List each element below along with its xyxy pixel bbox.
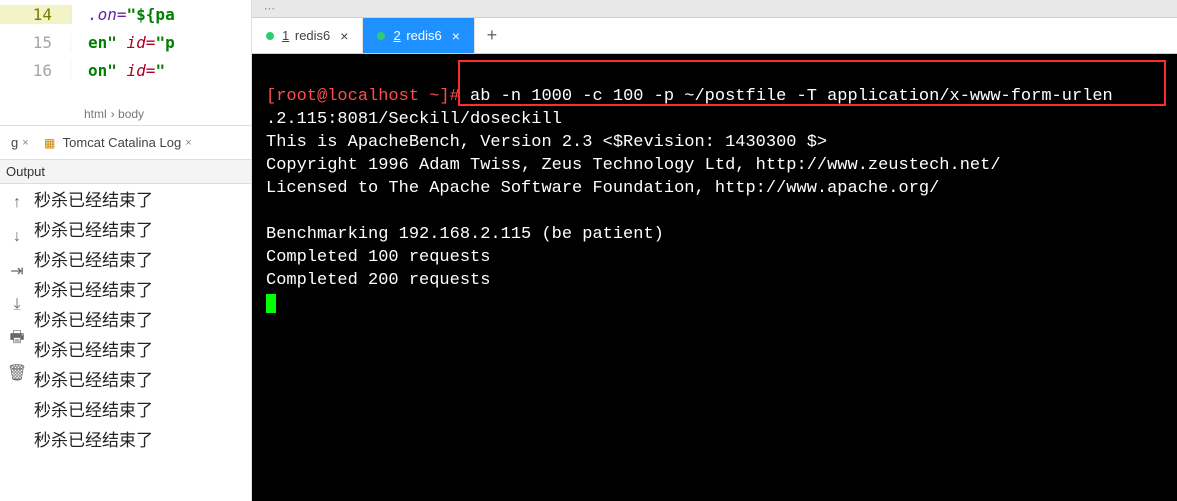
output-body: ↑ ↓ ⇥ ⤓ 🖶 🗑 秒杀已经结束了 秒杀已经结束了 秒杀已经结束了 秒杀已经… [0, 184, 251, 499]
tomcat-icon: ▦ [43, 136, 57, 150]
soft-wrap-icon[interactable]: ⇥ [8, 262, 26, 280]
terminal-cmd: ab -n 1000 -c 100 -p ~/postfile -T appli… [470, 87, 1113, 106]
tool-strip: ↑ ↓ ⇥ ⤓ 🖶 🗑 [0, 184, 34, 499]
scroll-to-end-icon[interactable]: ⤓ [8, 296, 26, 314]
terminal-line: This is ApacheBench, Version 2.3 <$Revis… [266, 133, 827, 152]
close-icon[interactable]: × [452, 29, 460, 43]
tab-g[interactable]: g× [6, 134, 34, 151]
output-line: 秒杀已经结束了 [34, 216, 251, 246]
close-icon[interactable]: × [22, 137, 28, 149]
output-line: 秒杀已经结束了 [34, 186, 251, 216]
output-line: 秒杀已经结束了 [34, 246, 251, 276]
terminal-cursor [266, 294, 276, 313]
status-dot-icon [266, 32, 274, 40]
close-icon[interactable]: × [185, 137, 191, 149]
code-line-16[interactable]: 16 on" id=" [0, 56, 251, 84]
terminal-tab-2[interactable]: 2 redis6 × [363, 18, 474, 53]
breadcrumb-item[interactable]: html [84, 107, 107, 121]
terminal-line: Completed 200 requests [266, 271, 490, 290]
left-pane: 14 .on="${pa 15 en" id="p 16 on" id=" ht… [0, 0, 252, 501]
terminal-line: Benchmarking 192.168.2.115 (be patient) [266, 225, 664, 244]
breadcrumb-item[interactable]: body [118, 107, 144, 121]
output-line: 秒杀已经结束了 [34, 366, 251, 396]
output-line: 秒杀已经结束了 [34, 306, 251, 336]
code-line-14[interactable]: 14 .on="${pa [0, 0, 251, 28]
code-content-15: en" id="p [88, 33, 175, 52]
code-content-16: on" id=" [88, 61, 165, 80]
output-line: 秒杀已经结束了 [34, 336, 251, 366]
code-line-15[interactable]: 15 en" id="p [0, 28, 251, 56]
trash-icon[interactable]: 🗑 [8, 364, 26, 382]
gutter-16: 16 [0, 61, 72, 80]
output-line: 秒杀已经结束了 [34, 276, 251, 306]
code-content-14: .on="${pa [88, 5, 175, 24]
arrow-up-icon[interactable]: ↑ [8, 194, 26, 212]
output-lines[interactable]: 秒杀已经结束了 秒杀已经结束了 秒杀已经结束了 秒杀已经结束了 秒杀已经结束了 … [34, 184, 251, 499]
right-pane: ⋯ 1 redis6 × 2 redis6 × + [root@localhos… [252, 0, 1177, 501]
output-line: 秒杀已经结束了 [34, 396, 251, 426]
terminal-line: Completed 100 requests [266, 248, 490, 267]
terminal-line: Copyright 1996 Adam Twiss, Zeus Technolo… [266, 156, 1001, 175]
status-dot-icon [377, 32, 385, 40]
breadcrumb[interactable]: html› body [78, 103, 154, 125]
tab-tomcat-catalina-log[interactable]: ▦ Tomcat Catalina Log × [38, 134, 197, 151]
terminal-line: Licensed to The Apache Software Foundati… [266, 179, 939, 198]
gutter-15: 15 [0, 33, 72, 52]
code-editor[interactable]: 14 .on="${pa 15 en" id="p 16 on" id=" ht… [0, 0, 251, 126]
print-icon[interactable]: 🖶 [8, 330, 26, 348]
terminal-cmd-cont: .2.115:8081/Seckill/doseckill [266, 110, 562, 129]
terminal-prompt: [root@localhost ~]# [266, 87, 470, 106]
output-line: 秒杀已经结束了 [34, 426, 251, 456]
terminal[interactable]: [root@localhost ~]# ab -n 1000 -c 100 -p… [252, 54, 1177, 501]
output-header: Output [0, 160, 251, 184]
add-tab-button[interactable]: + [475, 18, 509, 53]
top-toolbar: ⋯ [252, 0, 1177, 18]
terminal-tab-bar: 1 redis6 × 2 redis6 × + [252, 18, 1177, 54]
terminal-tab-1[interactable]: 1 redis6 × [252, 18, 363, 53]
arrow-down-icon[interactable]: ↓ [8, 228, 26, 246]
close-icon[interactable]: × [340, 29, 348, 43]
bottom-tab-bar: g× ▦ Tomcat Catalina Log × [0, 126, 251, 160]
gutter-14: 14 [0, 5, 72, 24]
